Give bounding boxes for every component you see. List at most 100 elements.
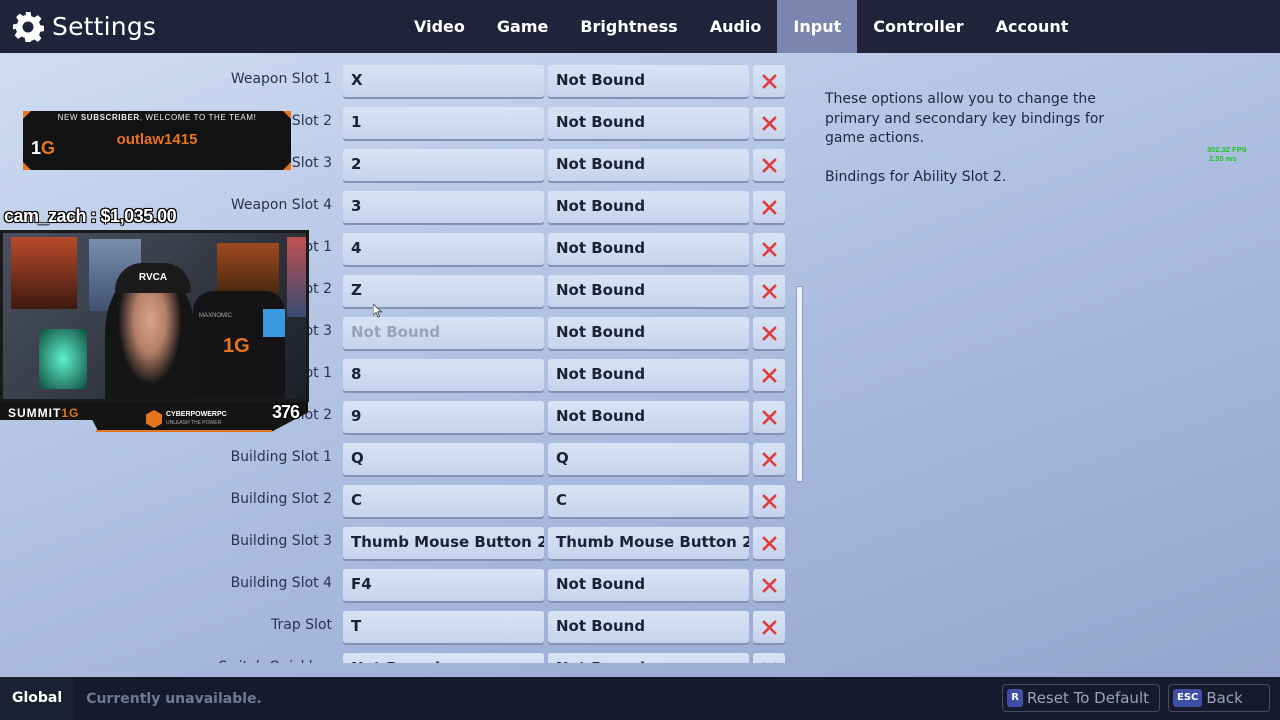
tab-brightness[interactable]: Brightness: [564, 0, 693, 53]
gaming-chair: MAXNOMIC 1G: [193, 291, 285, 399]
alert-corner: [23, 162, 31, 170]
binding-row: Building Slot 2 CC: [0, 478, 800, 517]
close-x-icon: [761, 577, 777, 593]
action-label: Building Slot 3: [230, 533, 332, 549]
r-key-badge: R: [1007, 689, 1023, 707]
clear-binding-button[interactable]: [753, 359, 785, 391]
settings-tabs: Video Game Brightness Audio Input Contro…: [398, 0, 1084, 53]
secondary-binding-button[interactable]: Thumb Mouse Button 2: [548, 527, 749, 559]
clear-binding-button[interactable]: [753, 611, 785, 643]
secondary-binding-button[interactable]: Not Bound: [548, 149, 749, 181]
secondary-binding-button[interactable]: Not Bound: [548, 611, 749, 643]
top-bar: Settings Video Game Brightness Audio Inp…: [0, 0, 1280, 53]
reset-to-default-button[interactable]: R Reset To Default: [1002, 684, 1160, 712]
clear-binding-button[interactable]: [753, 443, 785, 475]
binding-row: Weapon Slot 1 X Not Bound: [0, 58, 800, 97]
tab-video[interactable]: Video: [398, 0, 481, 53]
close-x-icon: [761, 493, 777, 509]
webcam-bar-accent: [96, 430, 272, 432]
secondary-binding-button[interactable]: Not Bound: [548, 275, 749, 307]
tab-controller[interactable]: Controller: [857, 0, 979, 53]
clear-binding-button[interactable]: [753, 653, 785, 663]
subscriber-username: outlaw1415: [116, 131, 198, 148]
action-label: Switch Quickbar: [218, 646, 332, 663]
clear-binding-button[interactable]: [753, 527, 785, 559]
settings-brand: Settings: [12, 0, 156, 53]
chair-logo: 1G: [223, 335, 250, 357]
primary-binding-button[interactable]: 2: [343, 149, 544, 181]
primary-binding-button[interactable]: F4: [343, 569, 544, 601]
clear-binding-button[interactable]: [753, 317, 785, 349]
primary-binding-button[interactable]: Thumb Mouse Button 2: [343, 527, 544, 559]
tab-game[interactable]: Game: [481, 0, 564, 53]
reset-label: Reset To Default: [1026, 689, 1149, 707]
primary-binding-button[interactable]: 8: [343, 359, 544, 391]
secondary-binding-button[interactable]: Not Bound: [548, 569, 749, 601]
close-x-icon: [761, 619, 777, 635]
selected-binding-text: Bindings for Ability Slot 2.: [825, 168, 1007, 185]
subscriber-alert: NEW SUBSCRIBER, WELCOME TO THE TEAM! 1G …: [23, 111, 291, 170]
close-x-icon: [761, 73, 777, 89]
close-x-icon: [761, 199, 777, 215]
primary-binding-button[interactable]: Not Bound: [343, 317, 544, 349]
esc-key-badge: ESC: [1173, 689, 1203, 707]
primary-binding-button[interactable]: 1: [343, 107, 544, 139]
alert-headline: NEW SUBSCRIBER, WELCOME TO THE TEAM!: [23, 113, 291, 122]
primary-binding-button[interactable]: Not Bound: [343, 653, 544, 663]
tab-audio[interactable]: Audio: [694, 0, 778, 53]
description-text: These options allow you to change the pr…: [825, 91, 1105, 146]
clear-binding-button[interactable]: [753, 569, 785, 601]
donation-ticker: cam_zach : $1,035.00: [4, 206, 177, 226]
close-x-icon: [761, 325, 777, 341]
secondary-binding-button[interactable]: Not Bound: [548, 653, 749, 663]
tab-input[interactable]: Input: [777, 0, 858, 53]
secondary-binding-button[interactable]: Not Bound: [548, 401, 749, 433]
clear-binding-button[interactable]: [753, 65, 785, 97]
poster: [11, 237, 77, 309]
action-label: Building Slot 2: [230, 491, 332, 507]
clear-binding-button[interactable]: [753, 191, 785, 223]
alert-headline-bold: SUBSCRIBER: [80, 113, 140, 122]
clear-binding-button[interactable]: [753, 149, 785, 181]
clear-binding-button[interactable]: [753, 401, 785, 433]
primary-binding-button[interactable]: 3: [343, 191, 544, 223]
close-x-icon: [761, 535, 777, 551]
primary-binding-button[interactable]: X: [343, 65, 544, 97]
action-label: Building Slot 4: [230, 575, 332, 591]
primary-binding-button[interactable]: 4: [343, 233, 544, 265]
scrollbar-thumb[interactable]: [796, 286, 803, 482]
clear-binding-button[interactable]: [753, 485, 785, 517]
tab-account[interactable]: Account: [980, 0, 1085, 53]
webcam-feed: MAXNOMIC 1G RVCA: [0, 230, 309, 402]
secondary-binding-button[interactable]: Not Bound: [548, 359, 749, 391]
clear-binding-button[interactable]: [753, 275, 785, 307]
chair-brand: MAXNOMIC: [199, 313, 232, 319]
gear-icon: [13, 11, 44, 42]
primary-binding-button[interactable]: C: [343, 485, 544, 517]
primary-binding-button[interactable]: 9: [343, 401, 544, 433]
secondary-binding-button[interactable]: Q: [548, 443, 749, 475]
footer-actions: R Reset To Default ESC Back: [1002, 684, 1270, 712]
streamer-name: SUMMIT1G: [8, 406, 79, 420]
clear-binding-button[interactable]: [753, 107, 785, 139]
monster-fridge: [39, 329, 87, 389]
secondary-binding-button[interactable]: Not Bound: [548, 65, 749, 97]
back-button[interactable]: ESC Back: [1168, 684, 1270, 712]
alert-corner: [283, 162, 291, 170]
primary-binding-button[interactable]: T: [343, 611, 544, 643]
primary-binding-button[interactable]: Z: [343, 275, 544, 307]
secondary-binding-button[interactable]: Not Bound: [548, 233, 749, 265]
fps-value: 302.32 FPS: [1207, 145, 1247, 154]
close-x-icon: [761, 409, 777, 425]
secondary-binding-button[interactable]: Not Bound: [548, 107, 749, 139]
secondary-binding-button[interactable]: Not Bound: [548, 191, 749, 223]
viewer-count: 376: [272, 402, 300, 422]
secondary-binding-button[interactable]: C: [548, 485, 749, 517]
secondary-binding-button[interactable]: Not Bound: [548, 317, 749, 349]
clear-binding-button[interactable]: [753, 233, 785, 265]
back-label: Back: [1206, 689, 1243, 707]
close-x-icon: [761, 115, 777, 131]
streamer-name-orange: 1G: [61, 406, 80, 420]
poster: [287, 237, 306, 317]
primary-binding-button[interactable]: Q: [343, 443, 544, 475]
